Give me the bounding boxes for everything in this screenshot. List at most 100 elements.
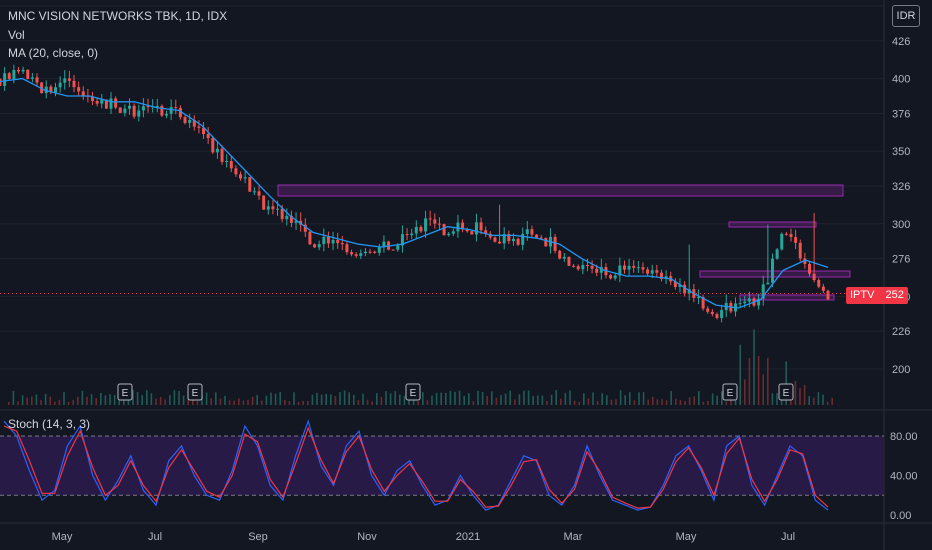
volume-bar	[435, 393, 438, 405]
candle-body	[567, 256, 571, 266]
candle-body	[3, 73, 7, 86]
volume-bar	[44, 393, 47, 405]
volume-bar	[606, 395, 608, 405]
price-tick-label: 300	[892, 219, 910, 231]
candle-body	[141, 106, 145, 111]
volume-bar	[31, 396, 33, 405]
volume-legend[interactable]: Vol	[8, 28, 25, 42]
candle-body	[738, 303, 742, 305]
candle-body	[521, 233, 525, 245]
volume-bar	[638, 392, 640, 405]
price-tick-label: 400	[892, 74, 910, 86]
candle-body	[636, 267, 640, 269]
time-tick-label: Mar	[564, 531, 583, 543]
candle-body	[613, 275, 617, 279]
candle-body	[220, 148, 224, 162]
volume-bar	[224, 395, 226, 405]
candle-body	[211, 138, 215, 153]
candle-body	[77, 87, 81, 92]
volume-bar	[426, 400, 429, 405]
price-tick-label: 376	[892, 108, 910, 120]
volume-bar	[26, 397, 28, 405]
candle-body	[276, 208, 280, 210]
volume-bar	[578, 401, 580, 405]
volume-bar	[449, 390, 452, 405]
candle-body	[206, 134, 210, 139]
last-price-value: 252	[885, 289, 904, 301]
candle-body	[794, 237, 798, 243]
candle-body	[160, 105, 164, 116]
volume-bar	[403, 395, 406, 405]
candle-body	[174, 107, 178, 109]
volume-bar	[256, 394, 258, 405]
volume-bar	[77, 396, 79, 405]
volume-bar	[302, 400, 304, 405]
candle-body	[641, 267, 645, 270]
volume-bar	[109, 394, 111, 405]
candle-body	[183, 117, 187, 123]
volume-bar	[58, 399, 61, 405]
candle-body	[262, 195, 266, 210]
candle-body	[747, 298, 751, 302]
volume-bar	[21, 395, 24, 405]
volume-bar	[767, 357, 769, 405]
volume-bar	[265, 395, 268, 405]
candle-body	[798, 242, 802, 259]
candle-body	[474, 222, 478, 235]
volume-bar	[661, 399, 663, 405]
volume-bar	[656, 399, 659, 405]
volume-bar	[72, 399, 74, 405]
candle-body	[350, 252, 354, 255]
price-tick-label: 226	[892, 326, 910, 338]
volume-bar	[219, 398, 222, 405]
volume-bar	[293, 392, 295, 405]
chart-window: 426400376350326300276250226200EEEEE80.00…	[0, 0, 932, 550]
candle-body	[30, 77, 34, 79]
stoch-legend[interactable]: Stoch (14, 3, 3)	[8, 417, 90, 431]
volume-bar	[228, 400, 231, 405]
candle-body	[516, 238, 520, 245]
candle-body	[780, 233, 784, 250]
candle-body	[114, 98, 118, 108]
candle-body	[35, 77, 39, 83]
volume-bar	[205, 392, 208, 405]
volume-bar	[647, 399, 649, 405]
volume-bar	[693, 396, 695, 405]
candle-body	[340, 243, 344, 245]
volume-bar	[210, 398, 212, 405]
volume-bar	[445, 392, 447, 405]
candle-body	[7, 73, 11, 79]
currency-button[interactable]: IDR	[892, 5, 920, 27]
ma-legend[interactable]: MA (20, close, 0)	[8, 46, 98, 60]
volume-bar	[238, 398, 240, 405]
candle-body	[391, 249, 395, 251]
volume-bar	[343, 390, 346, 405]
candle-body	[447, 233, 451, 236]
candle-body	[585, 265, 589, 267]
time-tick-label: Nov	[357, 531, 377, 543]
candle-body	[123, 108, 127, 113]
chart-canvas[interactable]: 426400376350326300276250226200EEEEE80.00…	[0, 0, 932, 550]
volume-bar	[491, 391, 493, 405]
volume-bar	[334, 396, 337, 405]
candle-body	[655, 270, 659, 273]
volume-bar	[49, 396, 51, 405]
candle-body	[562, 256, 566, 259]
candle-body	[26, 69, 30, 79]
volume-bar	[385, 391, 387, 405]
volume-bar	[744, 379, 746, 405]
candle-body	[544, 237, 548, 247]
earnings-marker-label: E	[410, 388, 417, 399]
volume-bar	[794, 381, 797, 405]
candle-body	[715, 314, 719, 318]
candle-body	[627, 265, 631, 270]
candle-body	[21, 69, 25, 72]
volume-bar	[169, 395, 171, 405]
candle-body	[0, 78, 2, 86]
last-price-label: IPTV 252	[846, 287, 908, 304]
volume-bar	[136, 391, 139, 405]
candle-body	[437, 223, 441, 225]
candle-body	[373, 251, 377, 253]
chart-title[interactable]: MNC VISION NETWORKS TBK, 1D, IDX	[8, 9, 227, 23]
volume-bar	[90, 394, 93, 405]
